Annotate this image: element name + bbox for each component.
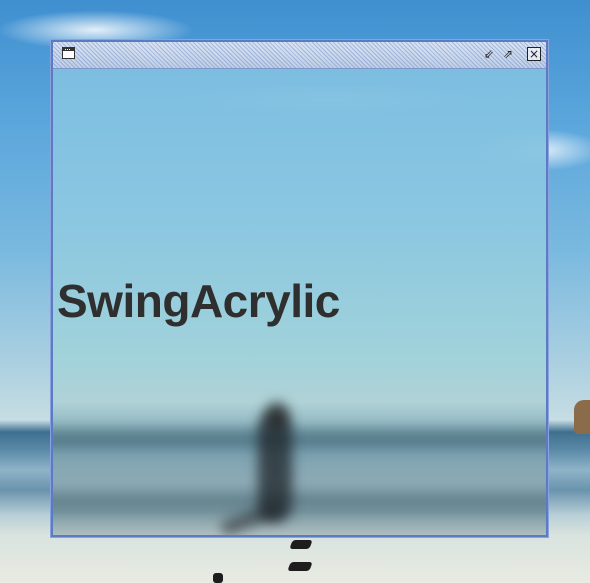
- content-title: SwingAcrylic: [57, 275, 340, 327]
- blurred-wave: [53, 430, 546, 448]
- runner-foot: [287, 562, 313, 571]
- iconify-icon[interactable]: ⇙: [482, 47, 496, 61]
- runner-foot: [213, 573, 223, 583]
- rock: [574, 400, 590, 434]
- title-bar[interactable]: ⇙ ⇗ ×: [53, 42, 546, 69]
- blurred-runner-head: [265, 402, 289, 428]
- close-icon[interactable]: ×: [527, 47, 541, 61]
- blurred-wave: [53, 494, 546, 508]
- maximize-icon[interactable]: ⇗: [501, 47, 515, 61]
- window-icon[interactable]: [62, 47, 75, 59]
- runner-foot: [289, 540, 313, 549]
- acrylic-window[interactable]: ⇙ ⇗ × SwingAcrylic: [50, 39, 549, 538]
